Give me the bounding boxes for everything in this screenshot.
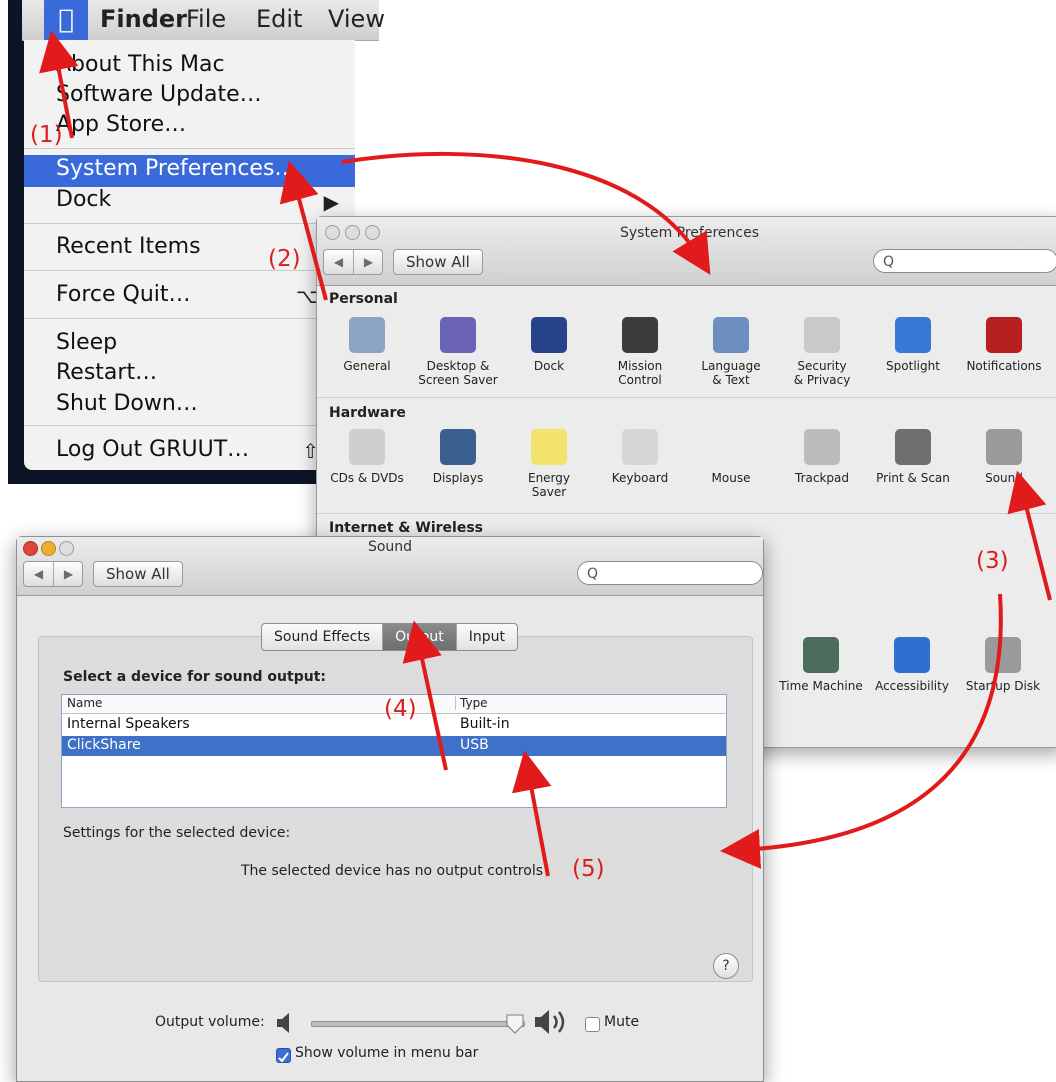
arrow-curved-to-sysprefs <box>341 151 711 276</box>
annotation-step-5: (5) <box>572 856 605 882</box>
arrow-3 <box>1007 470 1052 601</box>
annotation-step-2: (2) <box>268 246 301 272</box>
annotation-step-4: (4) <box>384 696 417 722</box>
annotation-step-3: (3) <box>976 548 1009 574</box>
annotation-arrows <box>39 30 1052 877</box>
arrow-curved-to-sound <box>720 593 1003 869</box>
arrow-2 <box>279 160 328 301</box>
arrow-5 <box>512 750 552 877</box>
annotation-step-1: (1) <box>30 122 63 148</box>
arrow-4 <box>402 620 448 771</box>
